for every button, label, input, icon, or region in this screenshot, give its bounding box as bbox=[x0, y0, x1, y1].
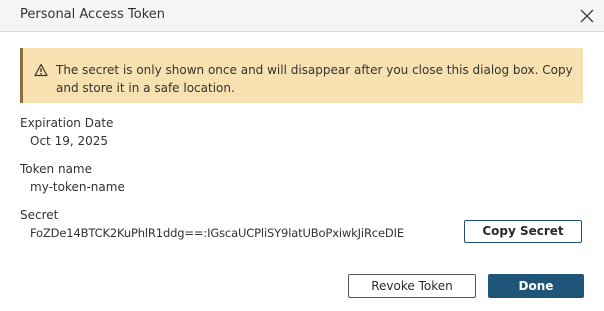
copy-secret-button[interactable]: Copy Secret bbox=[464, 220, 582, 243]
expiration-date-label: Expiration Date bbox=[20, 116, 114, 130]
revoke-token-button[interactable]: Revoke Token bbox=[348, 274, 476, 298]
close-button[interactable] bbox=[578, 7, 596, 25]
personal-access-token-dialog: Personal Access Token The secret is only… bbox=[0, 0, 604, 311]
token-name-label: Token name bbox=[20, 162, 92, 176]
token-name-value: my-token-name bbox=[30, 180, 125, 194]
close-icon bbox=[580, 9, 594, 23]
dialog-title-bar: Personal Access Token bbox=[0, 0, 604, 32]
warning-icon bbox=[34, 62, 48, 77]
secret-label: Secret bbox=[20, 208, 59, 222]
secret-value: FoZDe14BTCK2KuPhlR1ddg==:IGscaUCPliSY9la… bbox=[30, 226, 404, 240]
done-button[interactable]: Done bbox=[488, 274, 584, 298]
expiration-date-value: Oct 19, 2025 bbox=[30, 134, 108, 148]
warning-message: The secret is only shown once and will d… bbox=[56, 63, 573, 95]
dialog-title: Personal Access Token bbox=[20, 7, 166, 22]
warning-banner: The secret is only shown once and will d… bbox=[20, 48, 583, 103]
